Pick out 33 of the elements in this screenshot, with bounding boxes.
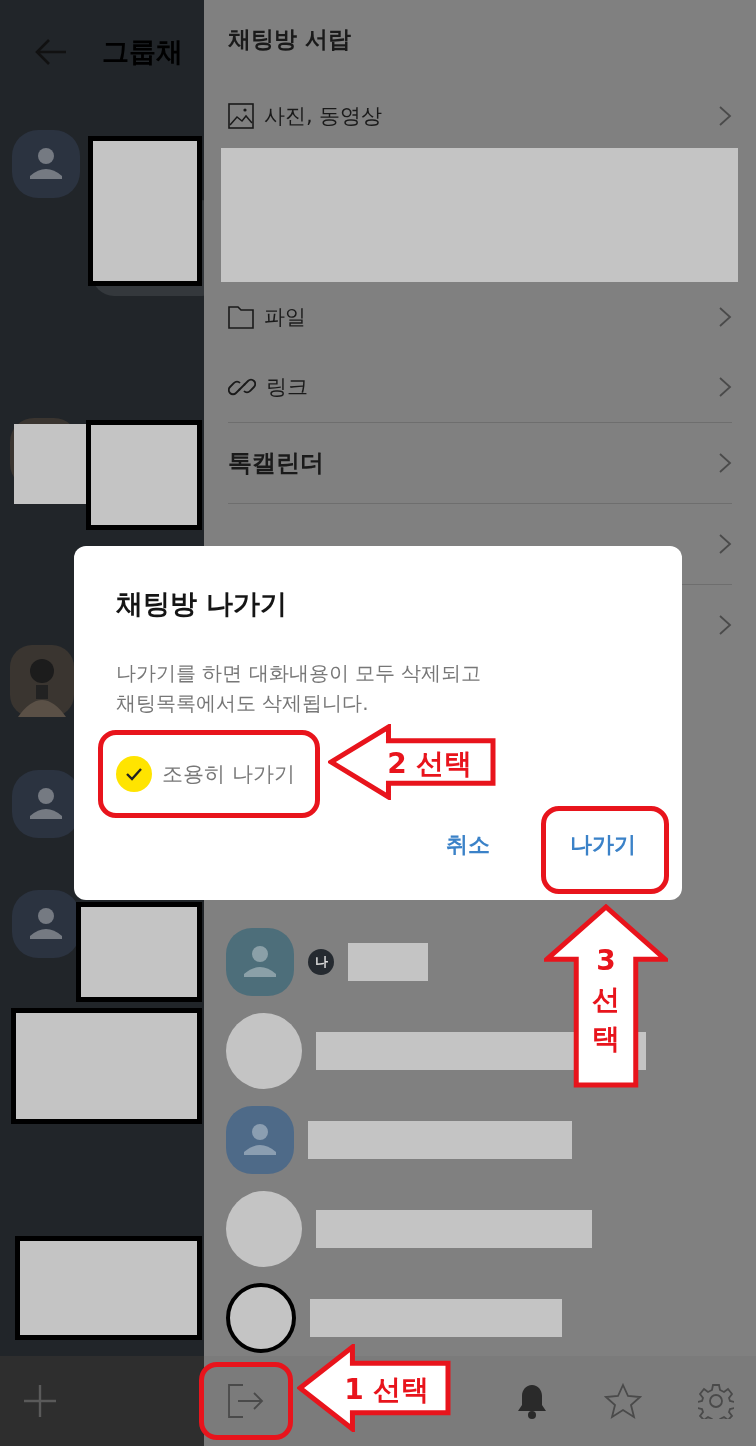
checkbox-label[interactable]: 조용히 나가기: [162, 760, 295, 788]
star-icon[interactable]: [604, 1383, 642, 1419]
exit-icon[interactable]: [228, 1384, 264, 1418]
settings-icon[interactable]: [698, 1383, 734, 1419]
plus-icon[interactable]: [22, 1383, 58, 1419]
chevron-icon: [718, 452, 732, 474]
avatar-icon: [226, 927, 294, 996]
chevron-icon: [718, 306, 732, 328]
drawer-title: 채팅방 서랍: [227, 25, 352, 54]
drawer-item[interactable]: 톡캘린더: [228, 422, 732, 503]
annotation-text: 3 선택: [592, 942, 620, 1058]
leave-button[interactable]: 나가기: [550, 820, 656, 870]
drawer-item[interactable]: 링크: [228, 352, 732, 422]
bell-icon[interactable]: [516, 1383, 548, 1419]
avatar-icon: [226, 1105, 294, 1174]
me-badge: 나: [308, 948, 334, 975]
chevron-icon: [718, 105, 732, 127]
check-icon: [125, 767, 143, 781]
folder-icon: [228, 305, 254, 329]
chevron-icon: [718, 376, 732, 398]
avatar-icon: [12, 130, 80, 198]
chevron-icon: [718, 533, 732, 555]
chevron-icon: [718, 614, 732, 636]
dialog-title: 채팅방 나가기: [116, 587, 289, 621]
picture-frame-icon: [228, 103, 254, 129]
checkbox[interactable]: [116, 756, 152, 792]
drawer-item[interactable]: 파일: [228, 282, 732, 352]
drawer-item[interactable]: 사진, 동영상: [228, 84, 732, 148]
back-icon[interactable]: [34, 38, 68, 66]
cancel-button[interactable]: 취소: [426, 820, 510, 870]
annotation-text: 1 선택: [344, 1372, 430, 1408]
annotation-text: 2 선택: [387, 746, 473, 782]
dialog-message: 나가기를 하면 대화내용이 모두 삭제되고 채팅목록에서도 삭제됩니다.: [116, 660, 483, 717]
